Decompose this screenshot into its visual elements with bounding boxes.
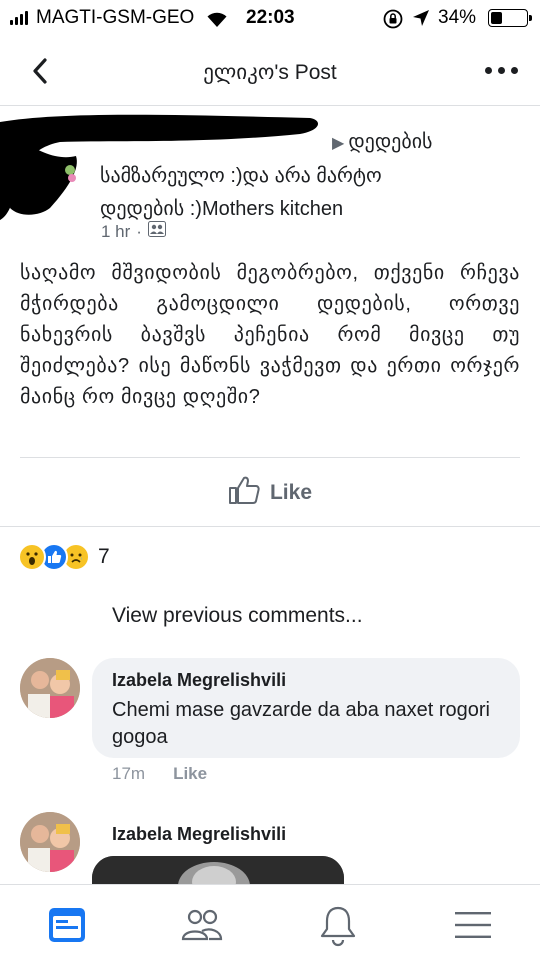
comment-author[interactable]: Izabela Megrelishvili xyxy=(112,824,286,845)
rotation-lock-icon xyxy=(382,8,404,36)
menu-icon[interactable] xyxy=(451,903,495,947)
notifications-icon[interactable] xyxy=(316,903,360,947)
comment-meta: 17m Like xyxy=(112,764,207,784)
news-feed-icon[interactable] xyxy=(45,903,89,947)
avatar[interactable] xyxy=(20,812,80,872)
wifi-icon xyxy=(205,8,229,34)
thumbs-up-icon xyxy=(228,475,260,511)
meta-separator: · xyxy=(136,221,142,241)
carrier-name: MAGTI-GSM-GEO xyxy=(36,7,195,28)
battery-fill xyxy=(491,12,502,24)
view-previous-comments-link[interactable]: View previous comments... xyxy=(112,604,363,628)
wow-reaction-icon xyxy=(18,543,46,571)
status-bar: MAGTI-GSM-GEO 22:03 34% xyxy=(0,0,540,36)
group-name-part-1[interactable]: დედების xyxy=(348,131,432,153)
more-horizontal-icon[interactable] xyxy=(485,67,518,74)
status-time: 22:03 xyxy=(246,7,295,28)
post-meta: 1 hr · xyxy=(101,221,166,242)
post-header-bar: ელიკო's Post xyxy=(0,40,540,106)
battery-percentage: 34% xyxy=(438,7,477,28)
avatar[interactable] xyxy=(20,658,80,718)
signal-strength-icon xyxy=(10,11,28,25)
post-body-text: საღამო მშვიდობის მეგობრებო, თქვენი რჩევა… xyxy=(20,262,520,408)
divider xyxy=(20,457,520,458)
comment-time: 17m xyxy=(112,764,146,783)
comment-author[interactable]: Izabela Megrelishvili xyxy=(112,670,500,691)
like-button-label: Like xyxy=(269,481,313,504)
reaction-count: 7 xyxy=(98,545,110,568)
comment-bubble[interactable]: Izabela Megrelishvili Chemi mase gavzard… xyxy=(92,658,520,758)
section-divider xyxy=(0,526,540,527)
group-audience-icon xyxy=(147,221,166,242)
friends-icon[interactable] xyxy=(180,903,224,947)
comment-text: Chemi mase gavzarde da aba naxet rogori … xyxy=(112,699,490,748)
group-name-part-2[interactable]: სამზარეულო :)და არა მარტო xyxy=(100,160,520,193)
location-arrow-icon xyxy=(411,8,431,34)
bottom-tab-bar xyxy=(0,884,540,960)
post-group-line: ▶ დედების სამზარეულო :)და არა მარტო დედებ… xyxy=(100,126,520,226)
comment-like-link[interactable]: Like xyxy=(173,764,207,784)
like-button[interactable]: Like xyxy=(0,470,540,516)
page-title: ელიკო's Post xyxy=(203,61,337,84)
battery-icon xyxy=(488,9,532,27)
caret-right-icon: ▶ xyxy=(332,135,345,152)
post-time[interactable]: 1 hr xyxy=(101,222,130,242)
reactions-summary[interactable]: 7 xyxy=(18,543,110,571)
